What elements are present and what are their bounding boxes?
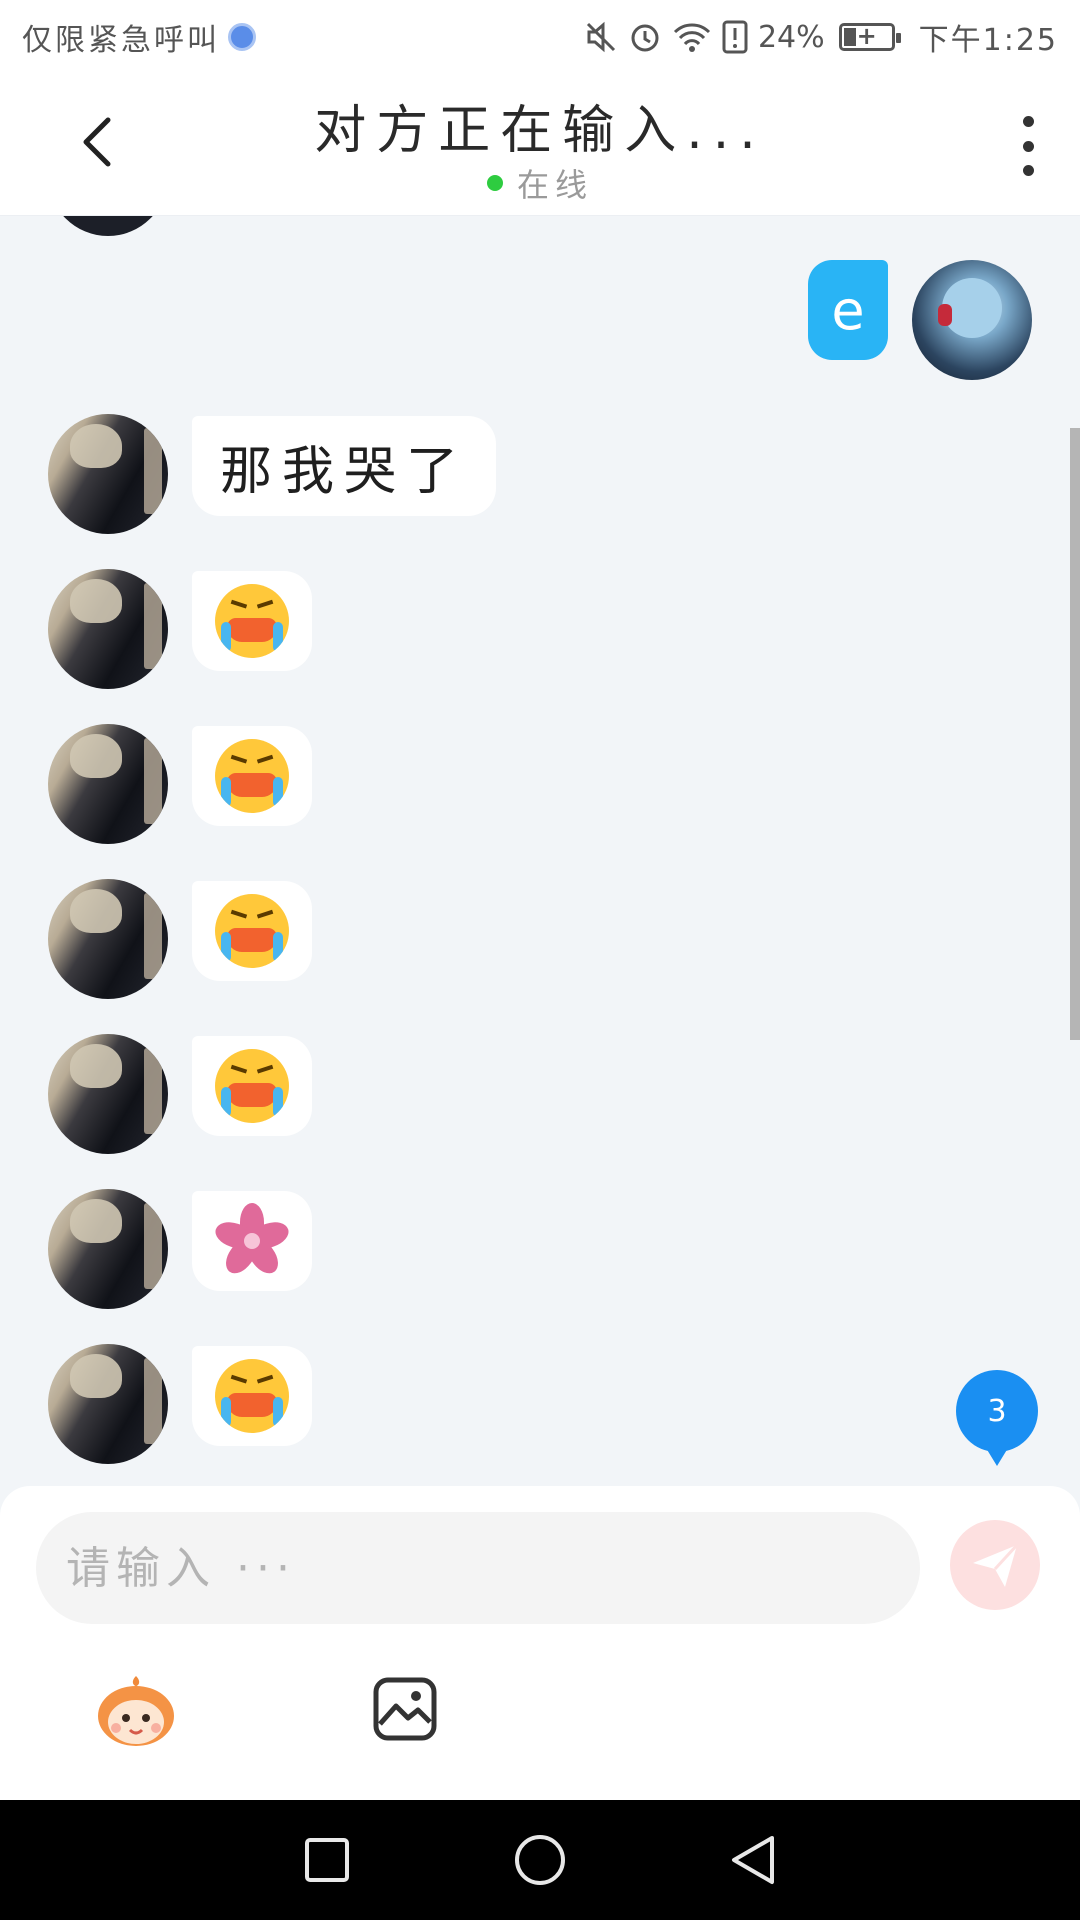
message-text: 那我哭了 — [220, 441, 469, 502]
contact-avatar[interactable] — [48, 879, 168, 999]
message-bubble-incoming[interactable]: 那我哭了 — [192, 416, 497, 516]
contact-avatar[interactable] — [48, 414, 168, 534]
status-right: 24% + 下午1:25 — [584, 15, 1058, 59]
composer-panel — [0, 1486, 1080, 1800]
chat-header: 对方正在输入... 在线 — [0, 74, 1080, 216]
triangle-back-icon — [732, 1836, 775, 1884]
dot-icon — [1022, 116, 1034, 127]
page-title: 对方正在输入... — [314, 101, 766, 161]
battery-percent: 24% — [757, 19, 825, 55]
message-list[interactable]: e 那我哭了 3 — [0, 216, 1080, 1486]
message-bubble-incoming[interactable] — [192, 1036, 312, 1136]
alarm-icon — [628, 20, 662, 54]
crying-emoji-icon — [215, 584, 289, 658]
crying-emoji-icon — [215, 894, 289, 968]
image-icon[interactable] — [372, 1676, 438, 1742]
message-text: e — [831, 278, 865, 342]
square-icon — [304, 1838, 349, 1882]
dot-icon — [1022, 140, 1034, 152]
avatar[interactable] — [48, 216, 168, 236]
alert-icon — [722, 20, 748, 54]
wifi-icon — [672, 20, 712, 54]
more-options-button[interactable] — [1010, 116, 1046, 176]
emoji-mascot-icon[interactable] — [92, 1672, 180, 1750]
message-bubble-incoming[interactable] — [192, 571, 312, 671]
crying-emoji-icon — [215, 1049, 289, 1123]
back-nav-button[interactable] — [723, 1830, 783, 1890]
circle-icon — [514, 1835, 565, 1885]
globe-icon — [228, 23, 256, 51]
online-status: 在线 — [0, 160, 1080, 206]
send-button[interactable] — [950, 1520, 1040, 1610]
contact-avatar[interactable] — [48, 1034, 168, 1154]
contact-avatar[interactable] — [48, 724, 168, 844]
paper-plane-icon — [973, 1543, 1019, 1587]
message-bubble-outgoing[interactable]: e — [808, 260, 888, 360]
sakura-emoji-icon — [212, 1203, 292, 1279]
unread-badge[interactable]: 3 — [956, 1370, 1038, 1466]
system-nav-bar — [0, 1800, 1080, 1920]
crying-emoji-icon — [215, 739, 289, 813]
dot-icon — [1022, 165, 1034, 176]
contact-avatar[interactable] — [48, 569, 168, 689]
online-status-label: 在线 — [516, 166, 593, 204]
message-bubble-incoming[interactable] — [192, 1346, 312, 1446]
contact-avatar[interactable] — [48, 1189, 168, 1309]
status-left: 仅限紧急呼叫 — [22, 15, 256, 59]
recent-apps-button[interactable] — [297, 1830, 357, 1890]
mute-icon — [584, 20, 618, 54]
online-dot-icon — [486, 175, 503, 191]
home-button[interactable] — [510, 1830, 570, 1890]
message-bubble-incoming[interactable] — [192, 881, 312, 981]
contact-avatar[interactable] — [48, 1344, 168, 1464]
message-bubble-incoming[interactable] — [192, 726, 312, 826]
status-bar: 仅限紧急呼叫 24% + 下午1:25 — [0, 0, 1080, 74]
carrier-text: 仅限紧急呼叫 — [22, 23, 220, 58]
battery-icon: + — [838, 22, 901, 51]
message-bubble-incoming[interactable] — [192, 1191, 312, 1291]
crying-emoji-icon — [215, 1359, 289, 1433]
status-time: 下午1:25 — [918, 23, 1058, 58]
message-input[interactable] — [36, 1512, 920, 1624]
my-avatar[interactable] — [912, 260, 1032, 380]
scrollbar[interactable] — [1070, 428, 1080, 1040]
